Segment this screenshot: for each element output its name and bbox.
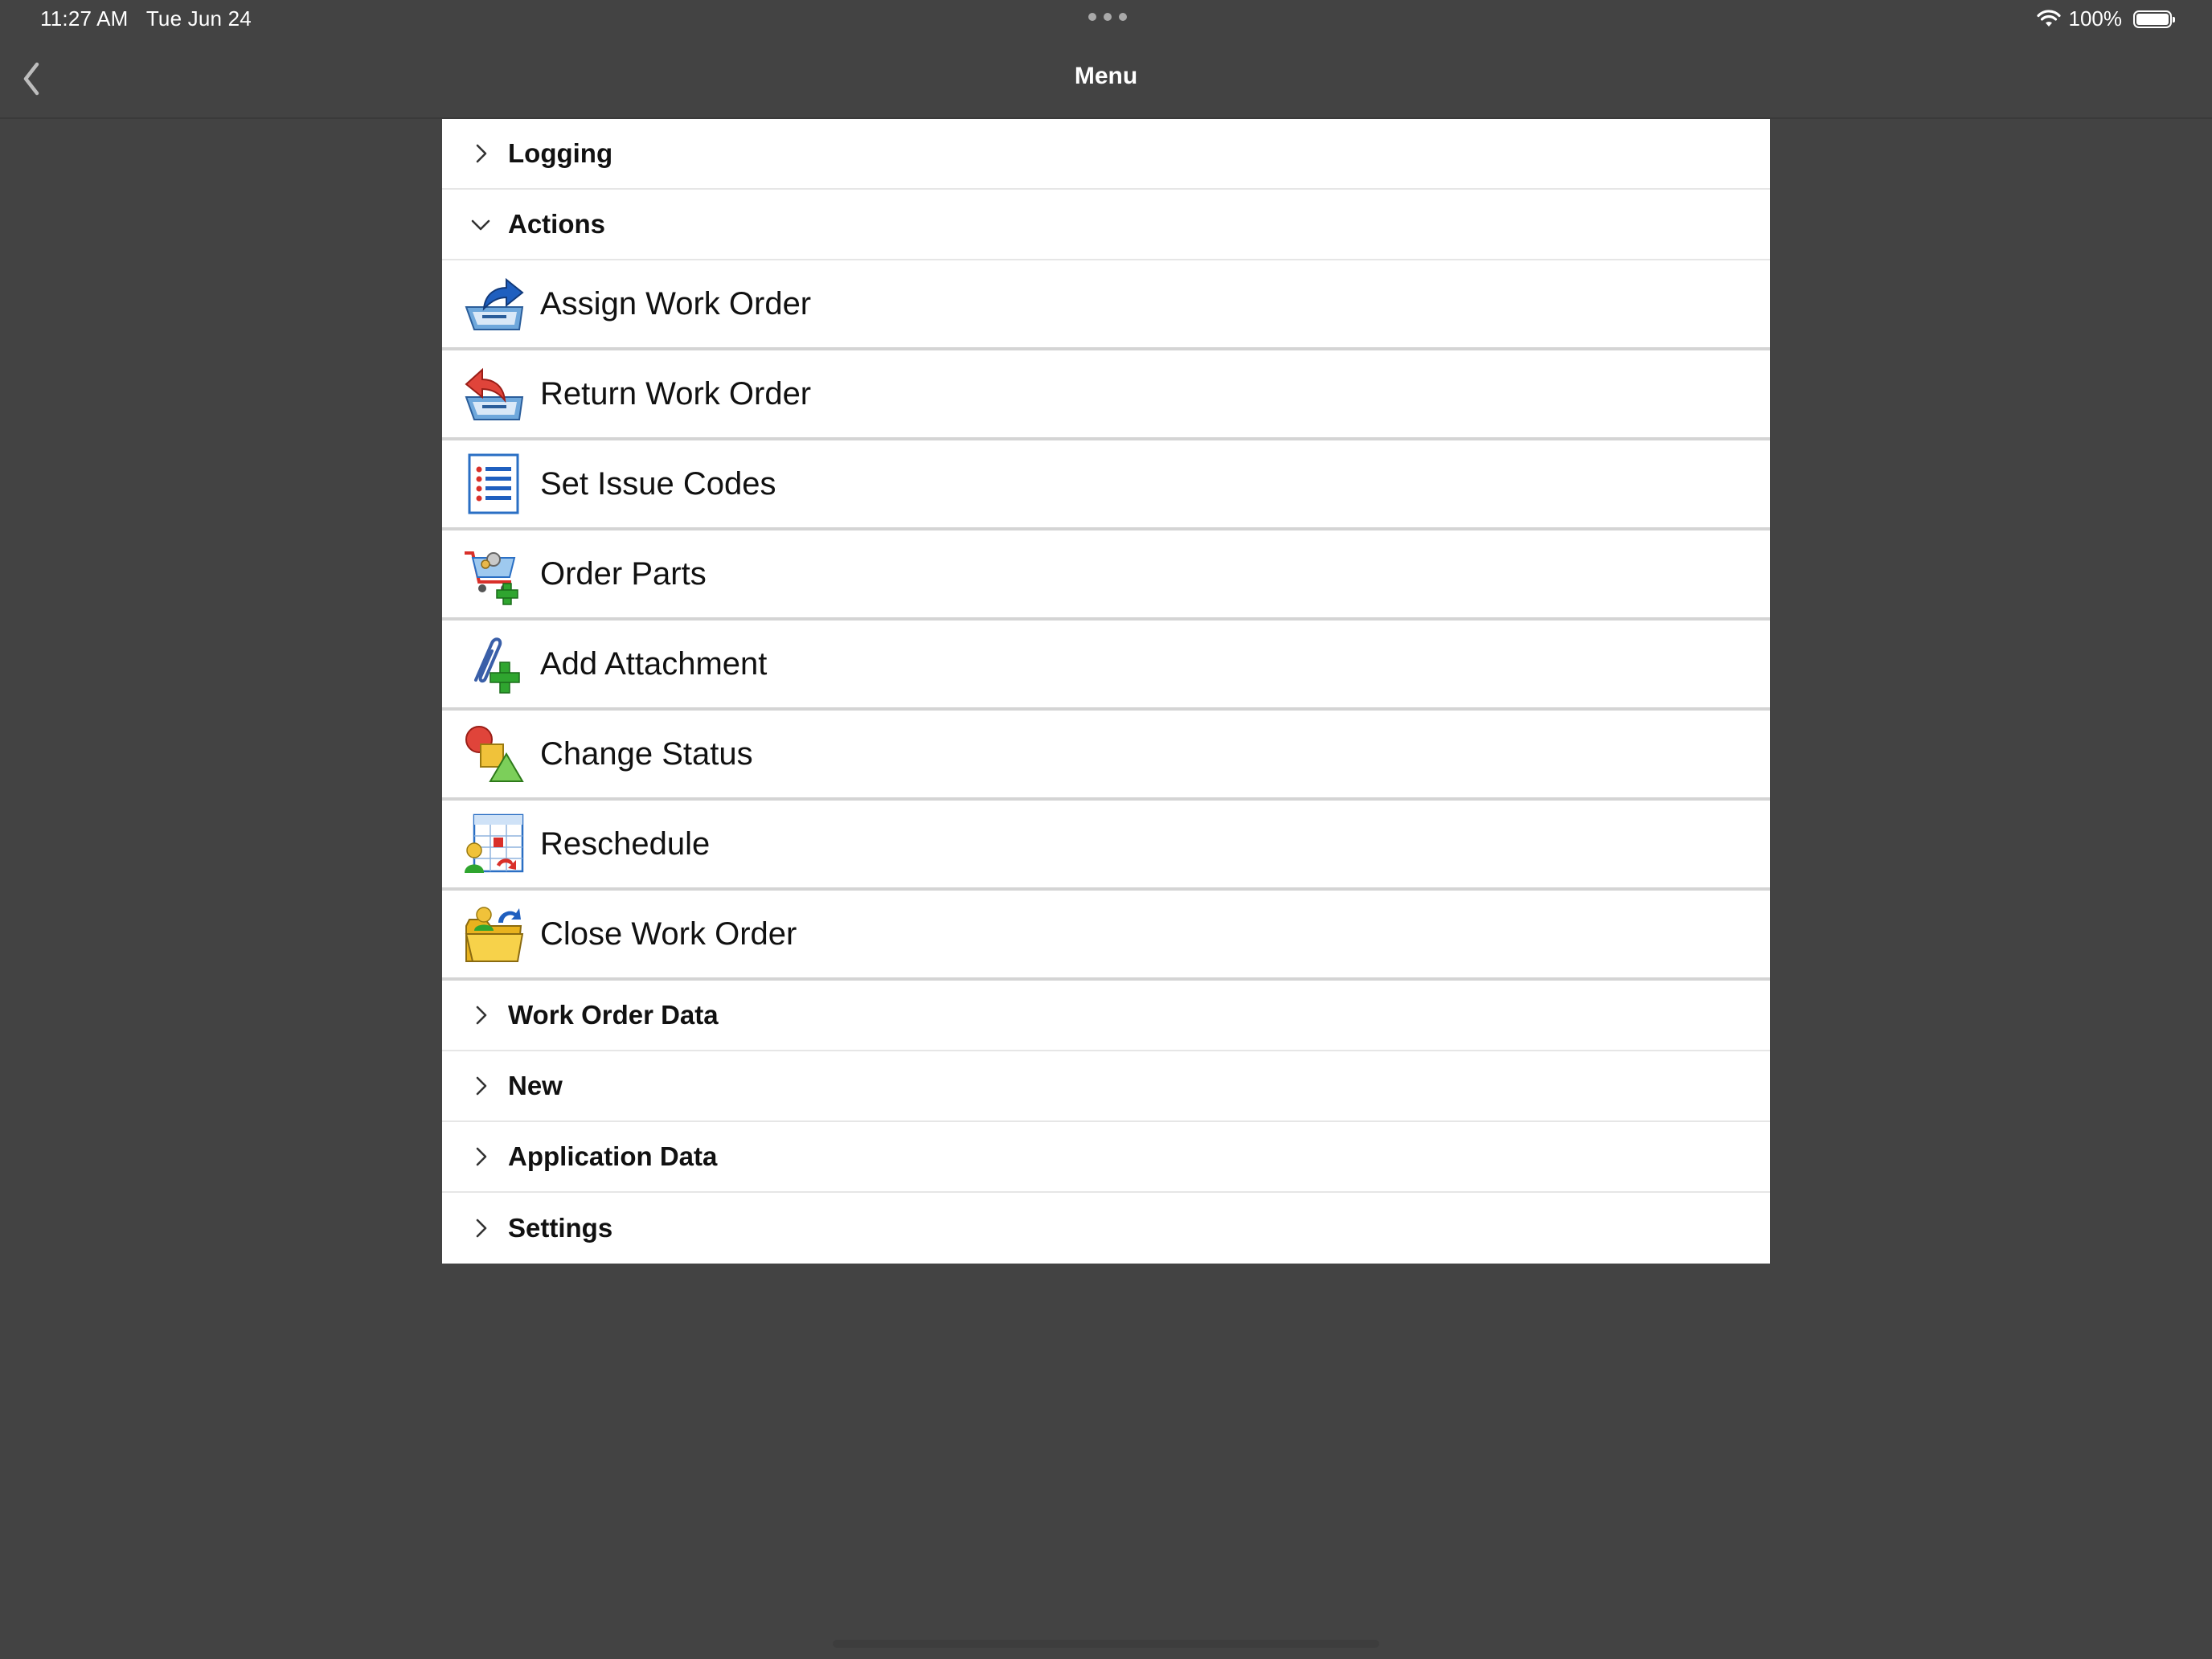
action-set-issue-codes[interactable]: Set Issue Codes <box>442 440 1770 530</box>
section-work-order-data[interactable]: Work Order Data <box>442 981 1770 1051</box>
menu-panel: Logging Actions Assign Work Order Return… <box>442 119 1770 1264</box>
battery-percent: 100% <box>2068 6 2123 31</box>
action-return-work-order[interactable]: Return Work Order <box>442 350 1770 440</box>
folder-close-icon <box>461 902 526 966</box>
section-actions[interactable]: Actions <box>442 190 1770 260</box>
section-logging[interactable]: Logging <box>442 119 1770 190</box>
status-date: Tue Jun 24 <box>145 6 252 31</box>
shapes-status-icon <box>461 722 526 786</box>
action-label: Close Work Order <box>540 916 797 952</box>
action-label: Order Parts <box>540 555 707 592</box>
action-order-parts[interactable]: Order Parts <box>442 530 1770 621</box>
issue-codes-list-icon <box>461 452 526 516</box>
section-label: Actions <box>508 209 606 239</box>
section-label: Logging <box>508 138 613 168</box>
home-indicator[interactable] <box>833 1640 1379 1648</box>
action-assign-work-order[interactable]: Assign Work Order <box>442 260 1770 350</box>
action-reschedule[interactable]: Reschedule <box>442 801 1770 891</box>
chevron-right-icon <box>468 141 494 166</box>
multitasking-dots-icon[interactable] <box>1088 13 1127 21</box>
status-bar: 11:27 AM Tue Jun 24 100% <box>0 0 2212 39</box>
section-label: New <box>508 1071 563 1100</box>
section-label: Settings <box>508 1213 613 1243</box>
status-indicators: 100% <box>2036 6 2175 31</box>
action-change-status[interactable]: Change Status <box>442 711 1770 801</box>
chevron-right-icon <box>468 1073 494 1099</box>
chevron-right-icon <box>468 1144 494 1169</box>
calendar-reschedule-icon <box>461 812 526 876</box>
page-title: Menu <box>1074 63 1138 89</box>
action-label: Set Issue Codes <box>540 465 776 502</box>
section-settings[interactable]: Settings <box>442 1193 1770 1264</box>
action-label: Add Attachment <box>540 645 768 682</box>
action-add-attachment[interactable]: Add Attachment <box>442 621 1770 711</box>
wifi-icon <box>2036 9 2061 27</box>
chevron-down-icon <box>468 211 494 237</box>
section-new[interactable]: New <box>442 1051 1770 1122</box>
order-parts-cart-icon <box>461 542 526 606</box>
section-application-data[interactable]: Application Data <box>442 1122 1770 1193</box>
action-close-work-order[interactable]: Close Work Order <box>442 891 1770 981</box>
chevron-right-icon <box>468 1002 494 1028</box>
action-label: Reschedule <box>540 825 711 862</box>
section-label: Work Order Data <box>508 1000 719 1030</box>
battery-icon <box>2133 10 2175 28</box>
return-work-order-icon <box>461 362 526 426</box>
status-time: 11:27 AM <box>40 6 129 31</box>
action-label: Return Work Order <box>540 375 812 412</box>
chevron-right-icon <box>468 1215 494 1241</box>
status-time-date: 11:27 AM Tue Jun 24 <box>40 6 252 31</box>
assign-work-order-icon <box>461 272 526 336</box>
paperclip-add-icon <box>461 632 526 696</box>
action-label: Change Status <box>540 735 753 772</box>
navigation-bar: Menu <box>0 39 2212 119</box>
action-label: Assign Work Order <box>540 285 812 322</box>
section-label: Application Data <box>508 1141 718 1171</box>
